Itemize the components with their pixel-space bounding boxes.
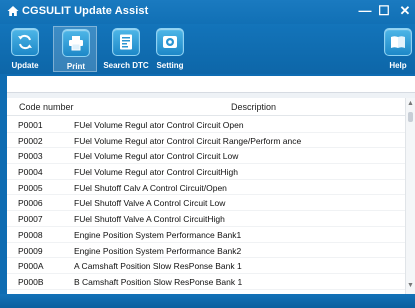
scroll-thumb[interactable] xyxy=(408,112,413,122)
document-search-icon xyxy=(120,34,132,50)
dtc-description: FUel Volume Regul ator Control Circuit O… xyxy=(74,120,244,130)
table-row[interactable]: P000B B Camshaft Position Slow ResPonse B… xyxy=(7,274,405,290)
table-row[interactable]: P0009 Engine Position System Performance … xyxy=(7,243,405,259)
table-row[interactable]: P0008 Engine Position System Performance … xyxy=(7,227,405,243)
book-icon xyxy=(391,36,405,48)
setting-label: Setting xyxy=(156,61,184,70)
table-row[interactable]: P0006 FUel Shutoff Valve A Control Circui… xyxy=(7,195,405,212)
dtc-description: FUel Volume Regul ator Control Circuit L… xyxy=(74,151,239,162)
help-label: Help xyxy=(389,61,407,70)
table-row[interactable]: P0005 FUel Shutoff Calv A Control Circuit… xyxy=(7,180,405,196)
scroll-up-icon[interactable]: ▲ xyxy=(407,100,414,107)
app-window: CGSULIT Update Assist — ☐ ✕ Update Print… xyxy=(0,0,415,308)
dtc-code: P0004 xyxy=(18,167,43,178)
dtc-code: P0006 xyxy=(18,198,43,209)
setting-button[interactable]: Setting xyxy=(148,26,192,72)
window-title: CGSULIT Update Assist xyxy=(22,5,149,17)
close-button[interactable]: ✕ xyxy=(396,3,414,19)
dtc-table: Code number Description P0001 FUel Volume… xyxy=(7,98,405,294)
dtc-description: FUel Shutoff Valve A Control CircuitHigh xyxy=(74,214,225,225)
column-header-description[interactable]: Description xyxy=(231,102,276,112)
refresh-icon xyxy=(18,34,32,50)
dtc-description: B Camshaft Position Slow ResPonse Bank 1 xyxy=(74,276,243,287)
dtc-code: P000A xyxy=(18,261,44,272)
vertical-scrollbar[interactable]: ▲ ▼ xyxy=(405,98,415,294)
table-header: Code number Description xyxy=(7,98,405,116)
table-row[interactable]: P0002 FUel Volume Regul ator Control Circ… xyxy=(7,133,405,149)
table-row[interactable]: P0007 FUel Shutoff Valve A Control Circui… xyxy=(7,211,405,227)
table-body: P0001 FUel Volume Regul ator Control Circ… xyxy=(7,117,405,294)
table-row[interactable]: P0001 FUel Volume Regul ator Control Circ… xyxy=(7,117,405,133)
dtc-description: A Camshaft Position Slow ResPonse Bank 1 xyxy=(74,261,242,272)
status-bar xyxy=(0,294,415,308)
table-row[interactable]: P0004 FUel Volume Regul ator Control Circ… xyxy=(7,164,405,180)
print-button[interactable]: Print xyxy=(53,26,97,72)
title-bar: CGSULIT Update Assist — ☐ ✕ xyxy=(0,0,415,24)
minimize-button[interactable]: — xyxy=(356,3,374,19)
gear-icon xyxy=(163,36,177,48)
dtc-code: P0007 xyxy=(18,214,43,225)
dtc-code: P0008 xyxy=(18,229,43,240)
home-icon xyxy=(7,6,19,16)
dtc-code: P0005 xyxy=(18,182,43,193)
help-button[interactable]: Help xyxy=(381,26,415,72)
table-row[interactable]: P0003 FUel Volume Regul ator Control Circ… xyxy=(7,148,405,165)
column-header-code[interactable]: Code number xyxy=(19,102,74,112)
dtc-code: P0003 xyxy=(18,151,43,162)
dtc-code: P000B xyxy=(18,276,44,287)
update-button[interactable]: Update xyxy=(3,26,47,72)
dtc-description: FUel Shutoff Valve A Control Circuit Low xyxy=(74,198,226,209)
update-label: Update xyxy=(11,61,39,70)
dtc-description: Engine Position System Performance Bank1 xyxy=(74,229,242,240)
scroll-down-icon[interactable]: ▼ xyxy=(407,282,414,289)
dtc-description: Engine Position System Performance Bank2 xyxy=(74,245,242,256)
dtc-description: FUel Shutoff Calv A Control Circuit/Open xyxy=(74,182,227,193)
dtc-description: FUel Volume Regul ator Control CircuitHi… xyxy=(74,167,238,178)
search-strip xyxy=(7,76,415,93)
dtc-code: P0001 xyxy=(18,120,43,130)
search-dtc-button[interactable]: Search DTC xyxy=(99,26,153,72)
dtc-description: FUel Volume Regul ator Control Circuit R… xyxy=(74,135,302,146)
toolbar: Update Print Search DTC Setting Help xyxy=(0,24,415,74)
print-label: Print xyxy=(66,62,86,71)
search-dtc-label: Search DTC xyxy=(103,61,149,70)
maximize-button[interactable]: ☐ xyxy=(375,3,393,19)
dtc-code: P0002 xyxy=(18,135,43,146)
dtc-code: P0009 xyxy=(18,245,43,256)
table-row[interactable]: P000A A Camshaft Position Slow ResPonse B… xyxy=(7,258,405,274)
printer-icon xyxy=(69,36,83,51)
